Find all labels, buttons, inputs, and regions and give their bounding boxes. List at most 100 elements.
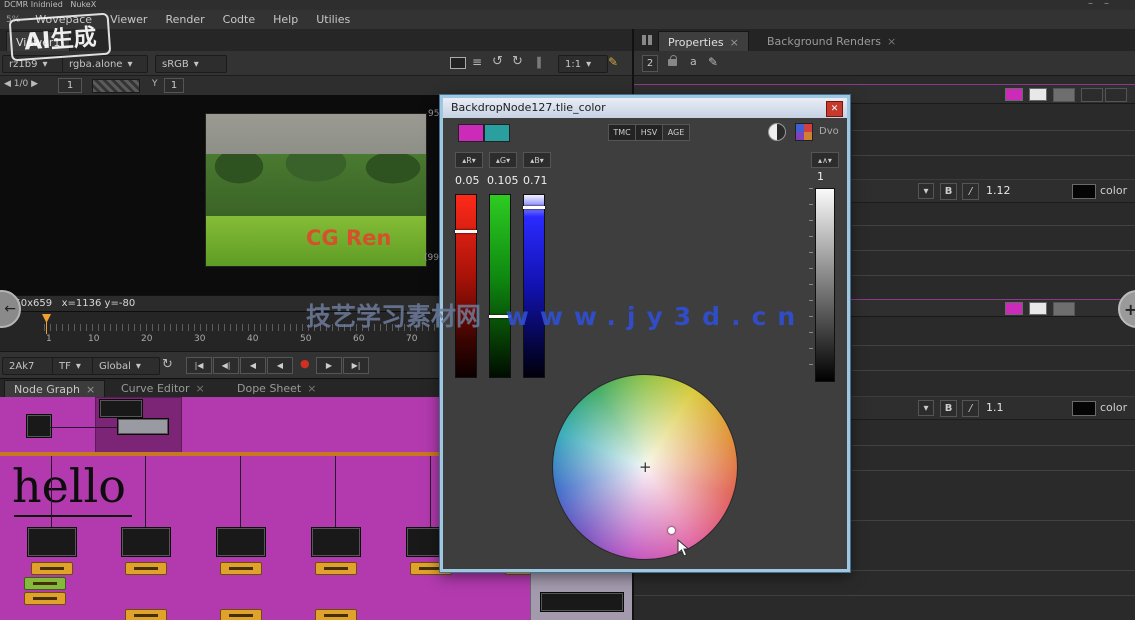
- g-value[interactable]: 0.105: [487, 174, 519, 187]
- graph-node[interactable]: [122, 528, 170, 556]
- bold-button[interactable]: B: [940, 400, 957, 417]
- frame-number-field[interactable]: 1: [58, 78, 82, 93]
- monitor-icon[interactable]: [450, 57, 466, 69]
- play-button[interactable]: ▶: [316, 357, 342, 374]
- dialog-close-button[interactable]: ✕: [826, 101, 843, 117]
- close-icon[interactable]: ×: [196, 382, 205, 395]
- step-back-button[interactable]: ◀: [240, 357, 266, 374]
- graph-node-small[interactable]: [31, 562, 73, 575]
- node-header-button[interactable]: [1053, 302, 1075, 316]
- maximize-icon[interactable]: –: [1104, 0, 1109, 9]
- pencil-icon[interactable]: ✎: [708, 55, 718, 69]
- value-field[interactable]: 1.12: [986, 184, 1011, 197]
- frame-nav-buttons[interactable]: ◀ 1/0 ▶: [4, 79, 38, 89]
- tab-curve-editor[interactable]: Curve Editor ×: [112, 380, 214, 397]
- r-channel-button[interactable]: ▴R▾: [455, 152, 483, 168]
- bold-button[interactable]: B: [940, 183, 957, 200]
- node-header-button[interactable]: [1105, 88, 1127, 102]
- mode-rgb-button[interactable]: AGE: [662, 124, 690, 141]
- tab-background-renders[interactable]: Background Renders ×: [758, 31, 905, 51]
- value-field[interactable]: 1.1: [986, 401, 1004, 414]
- graph-node[interactable]: [28, 528, 76, 556]
- graph-node[interactable]: [27, 415, 51, 437]
- y-axis-field[interactable]: 1: [164, 78, 184, 93]
- menu-render[interactable]: Render: [156, 10, 213, 30]
- italic-button[interactable]: /: [962, 400, 979, 417]
- mode-hsv-button[interactable]: HSV: [635, 124, 663, 141]
- minimize-icon[interactable]: –: [1088, 0, 1093, 9]
- color-sample-icon[interactable]: [768, 123, 786, 141]
- frame-range-dropdown[interactable]: 2Ak7: [2, 357, 58, 375]
- pause-icon[interactable]: ∥: [536, 55, 542, 69]
- dialog-titlebar[interactable]: BackdropNode127.tlie_color ✕: [443, 98, 847, 118]
- menu-code[interactable]: Codte: [214, 10, 264, 30]
- play-back-button[interactable]: ◀: [267, 357, 293, 374]
- max-panels-field[interactable]: 2: [642, 55, 658, 72]
- green-slider[interactable]: [489, 194, 511, 378]
- graph-node[interactable]: [312, 528, 360, 556]
- value-slider[interactable]: [815, 188, 835, 382]
- panel-grid-icon[interactable]: [642, 35, 652, 45]
- close-icon[interactable]: ×: [86, 383, 95, 396]
- wheel-selection-dot[interactable]: [668, 527, 675, 534]
- r-value[interactable]: 0.05: [455, 174, 480, 187]
- graph-node-small[interactable]: [125, 609, 167, 620]
- recent-color-swatch[interactable]: [458, 124, 484, 142]
- node-header-button[interactable]: [1081, 88, 1103, 102]
- graph-node-small[interactable]: [220, 609, 262, 620]
- b-value[interactable]: 0.71: [523, 174, 548, 187]
- layer-dropdown[interactable]: rgba.alone ▾: [62, 55, 148, 73]
- graph-node-small[interactable]: [315, 609, 357, 620]
- annotate-icon[interactable]: a: [690, 55, 697, 68]
- graph-node[interactable]: [100, 400, 142, 417]
- graph-node[interactable]: [541, 593, 623, 611]
- menu-help[interactable]: Help: [264, 10, 307, 30]
- italic-button[interactable]: /: [962, 183, 979, 200]
- close-icon[interactable]: ×: [307, 382, 316, 395]
- node-color-swatch[interactable]: [1005, 88, 1023, 101]
- palette-grid-icon[interactable]: [795, 123, 813, 141]
- menu-utilities[interactable]: Utilies: [307, 10, 359, 30]
- tab-properties[interactable]: Properties ×: [658, 31, 749, 53]
- color-swatch[interactable]: [1072, 401, 1096, 416]
- pencil-icon[interactable]: ✎: [608, 55, 618, 69]
- record-dot-icon[interactable]: ●: [300, 357, 310, 370]
- node-header-button[interactable]: [1053, 88, 1075, 102]
- color-picker-dialog[interactable]: BackdropNode127.tlie_color ✕ TMC HSV AGE…: [440, 95, 850, 572]
- alpha-value[interactable]: 1: [817, 170, 824, 183]
- b-channel-button[interactable]: ▴B▾: [523, 152, 551, 168]
- alpha-channel-button[interactable]: ▴∧▾: [811, 152, 839, 168]
- prev-key-button[interactable]: ◀|: [213, 357, 239, 374]
- tf-dropdown[interactable]: TF ▾: [52, 357, 96, 375]
- recent-color-swatch[interactable]: [484, 124, 510, 142]
- blue-slider-handle[interactable]: [523, 206, 545, 209]
- menu-icon[interactable]: ≡: [472, 55, 482, 69]
- graph-node[interactable]: [118, 419, 168, 434]
- color-swatch[interactable]: [1072, 184, 1096, 199]
- red-slider[interactable]: [455, 194, 477, 378]
- graph-node-small[interactable]: [220, 562, 262, 575]
- node-color-swatch[interactable]: [1029, 88, 1047, 101]
- loop-icon[interactable]: ↻: [162, 357, 173, 372]
- close-icon[interactable]: ×: [730, 36, 739, 49]
- timeline-scrub-strip[interactable]: [92, 79, 140, 93]
- tab-dope-sheet[interactable]: Dope Sheet ×: [228, 380, 325, 397]
- colorspace-dropdown[interactable]: sRGB ▾: [155, 55, 227, 73]
- red-slider-handle[interactable]: [455, 230, 477, 233]
- dropdown-caret-button[interactable]: ▾: [918, 400, 934, 416]
- graph-node-small[interactable]: [24, 592, 66, 605]
- blue-slider[interactable]: [523, 194, 545, 378]
- graph-node-small[interactable]: [125, 562, 167, 575]
- node-color-swatch[interactable]: [1029, 302, 1047, 315]
- redo-icon[interactable]: ↻: [512, 54, 523, 69]
- node-color-swatch[interactable]: [1005, 302, 1023, 315]
- global-dropdown[interactable]: Global ▾: [92, 357, 160, 375]
- zoom-dropdown[interactable]: 1:1 ▾: [558, 55, 608, 73]
- goto-end-button[interactable]: ▶|: [343, 357, 369, 374]
- graph-node-small[interactable]: [315, 562, 357, 575]
- close-icon[interactable]: ×: [887, 35, 896, 48]
- graph-node[interactable]: [217, 528, 265, 556]
- dropdown-caret-button[interactable]: ▾: [918, 183, 934, 199]
- graph-node-small-green[interactable]: [24, 577, 66, 590]
- g-channel-button[interactable]: ▴G▾: [489, 152, 517, 168]
